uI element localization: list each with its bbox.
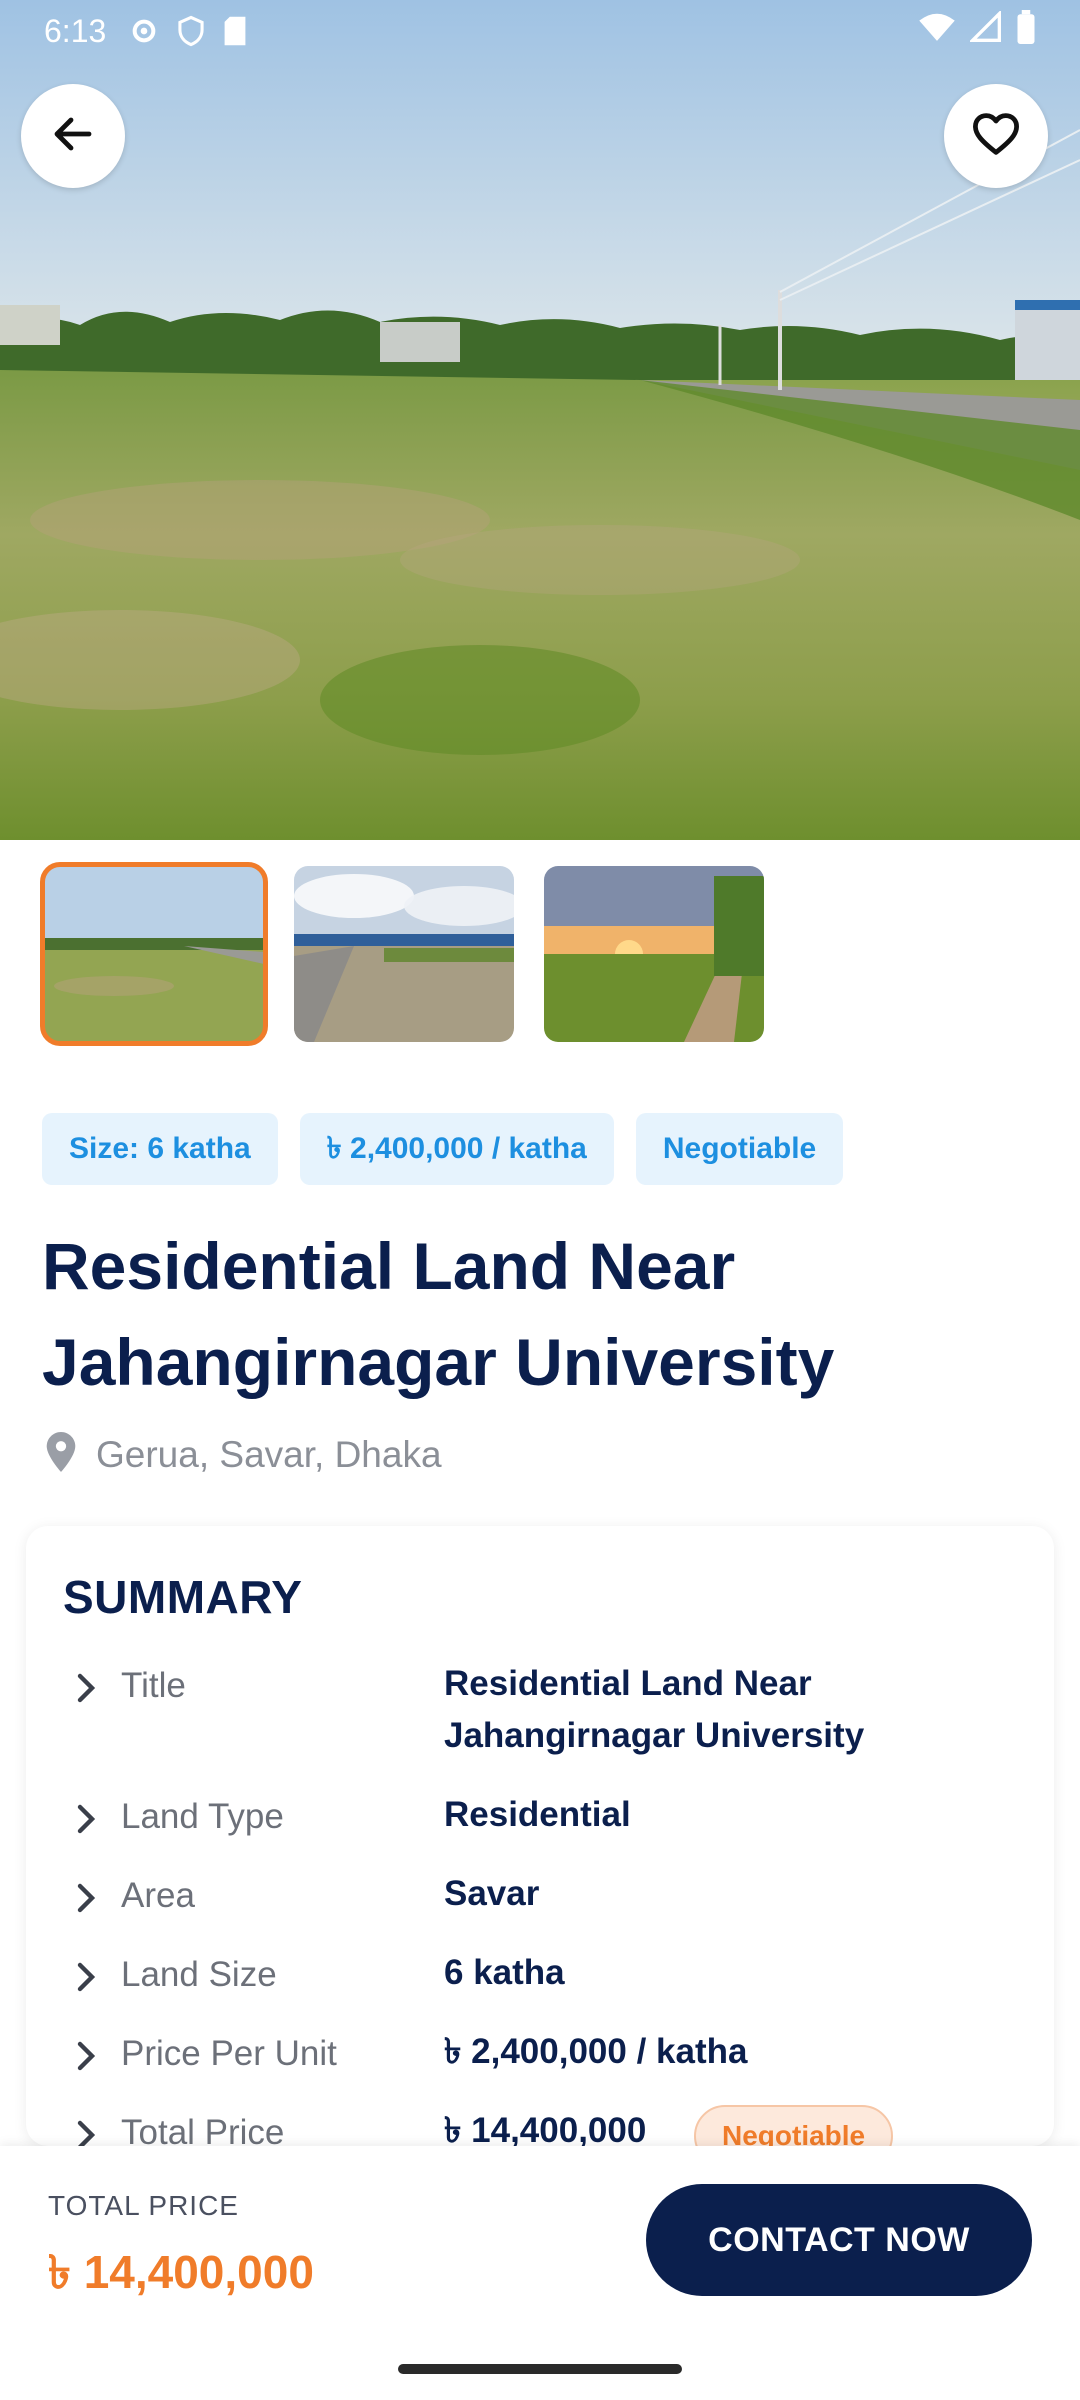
chip-size: Size: 6 katha xyxy=(42,1113,278,1185)
photo-thumbnails xyxy=(40,862,764,1046)
chevron-right-icon xyxy=(72,1801,100,1842)
chevron-right-icon xyxy=(72,1880,100,1921)
status-bar: 6:13 xyxy=(0,0,1080,62)
summary-card: SUMMARY Title Residential Land Near Jaha… xyxy=(26,1526,1054,2146)
status-time: 6:13 xyxy=(44,12,107,49)
wifi-icon xyxy=(918,11,956,51)
signal-icon xyxy=(968,9,1002,51)
location-text: Gerua, Savar, Dhaka xyxy=(96,1433,442,1475)
hero-image: 6:13 xyxy=(0,0,1080,840)
listing-title: Residential Land Near Jahangirnagar Univ… xyxy=(42,1229,835,1399)
summary-label: Land Type xyxy=(121,1797,284,1836)
heart-outline-icon xyxy=(970,108,1022,165)
total-price-value: ৳ 14,400,000 xyxy=(48,2246,314,2298)
arrow-left-icon xyxy=(49,110,97,163)
summary-value: Residential xyxy=(444,1795,631,1834)
summary-label: Title xyxy=(121,1666,186,1705)
total-price-label: TOTAL PRICE xyxy=(48,2190,239,2221)
thumbnail-3[interactable] xyxy=(544,866,764,1042)
thumbnail-2[interactable] xyxy=(294,866,514,1042)
chip-price-per-unit: ৳ 2,400,000 / katha xyxy=(299,1113,614,1185)
listing-location: Gerua, Savar, Dhaka xyxy=(46,1432,442,1477)
chevron-right-icon xyxy=(72,1959,100,2000)
home-indicator[interactable] xyxy=(398,2364,682,2374)
settings-icon xyxy=(128,15,160,47)
chevron-right-icon xyxy=(72,2038,100,2079)
summary-value: ৳ 2,400,000 / katha xyxy=(444,2032,748,2071)
summary-value: Residential Land Near Jahangirnagar Univ… xyxy=(444,1664,865,1755)
feature-chips: Size: 6 katha ৳ 2,400,000 / katha Negoti… xyxy=(42,1113,844,1185)
shield-icon xyxy=(176,15,206,47)
chevron-right-icon xyxy=(72,2117,100,2146)
map-pin-icon xyxy=(46,1432,76,1477)
contact-now-button[interactable]: CONTACT NOW xyxy=(646,2184,1032,2296)
thumbnail-1[interactable] xyxy=(40,862,268,1046)
chip-negotiable: Negotiable xyxy=(635,1113,844,1185)
summary-label: Price Per Unit xyxy=(121,2034,337,2073)
summary-label: Land Size xyxy=(121,1955,277,1994)
summary-label: Total Price xyxy=(121,2113,285,2146)
summary-label: Area xyxy=(121,1876,195,1915)
chevron-right-icon xyxy=(72,1670,100,1711)
favorite-button[interactable] xyxy=(944,84,1048,188)
negotiable-badge: Negotiable xyxy=(694,2105,894,2146)
battery-icon xyxy=(1016,10,1036,52)
summary-heading: SUMMARY xyxy=(63,1571,303,1623)
back-button[interactable] xyxy=(21,84,125,188)
sd-card-icon xyxy=(222,15,248,47)
summary-value: 6 katha xyxy=(444,1953,565,1992)
summary-value: Savar xyxy=(444,1874,540,1913)
bottom-action-bar: TOTAL PRICE ৳ 14,400,000 CONTACT NOW xyxy=(0,2146,1080,2400)
